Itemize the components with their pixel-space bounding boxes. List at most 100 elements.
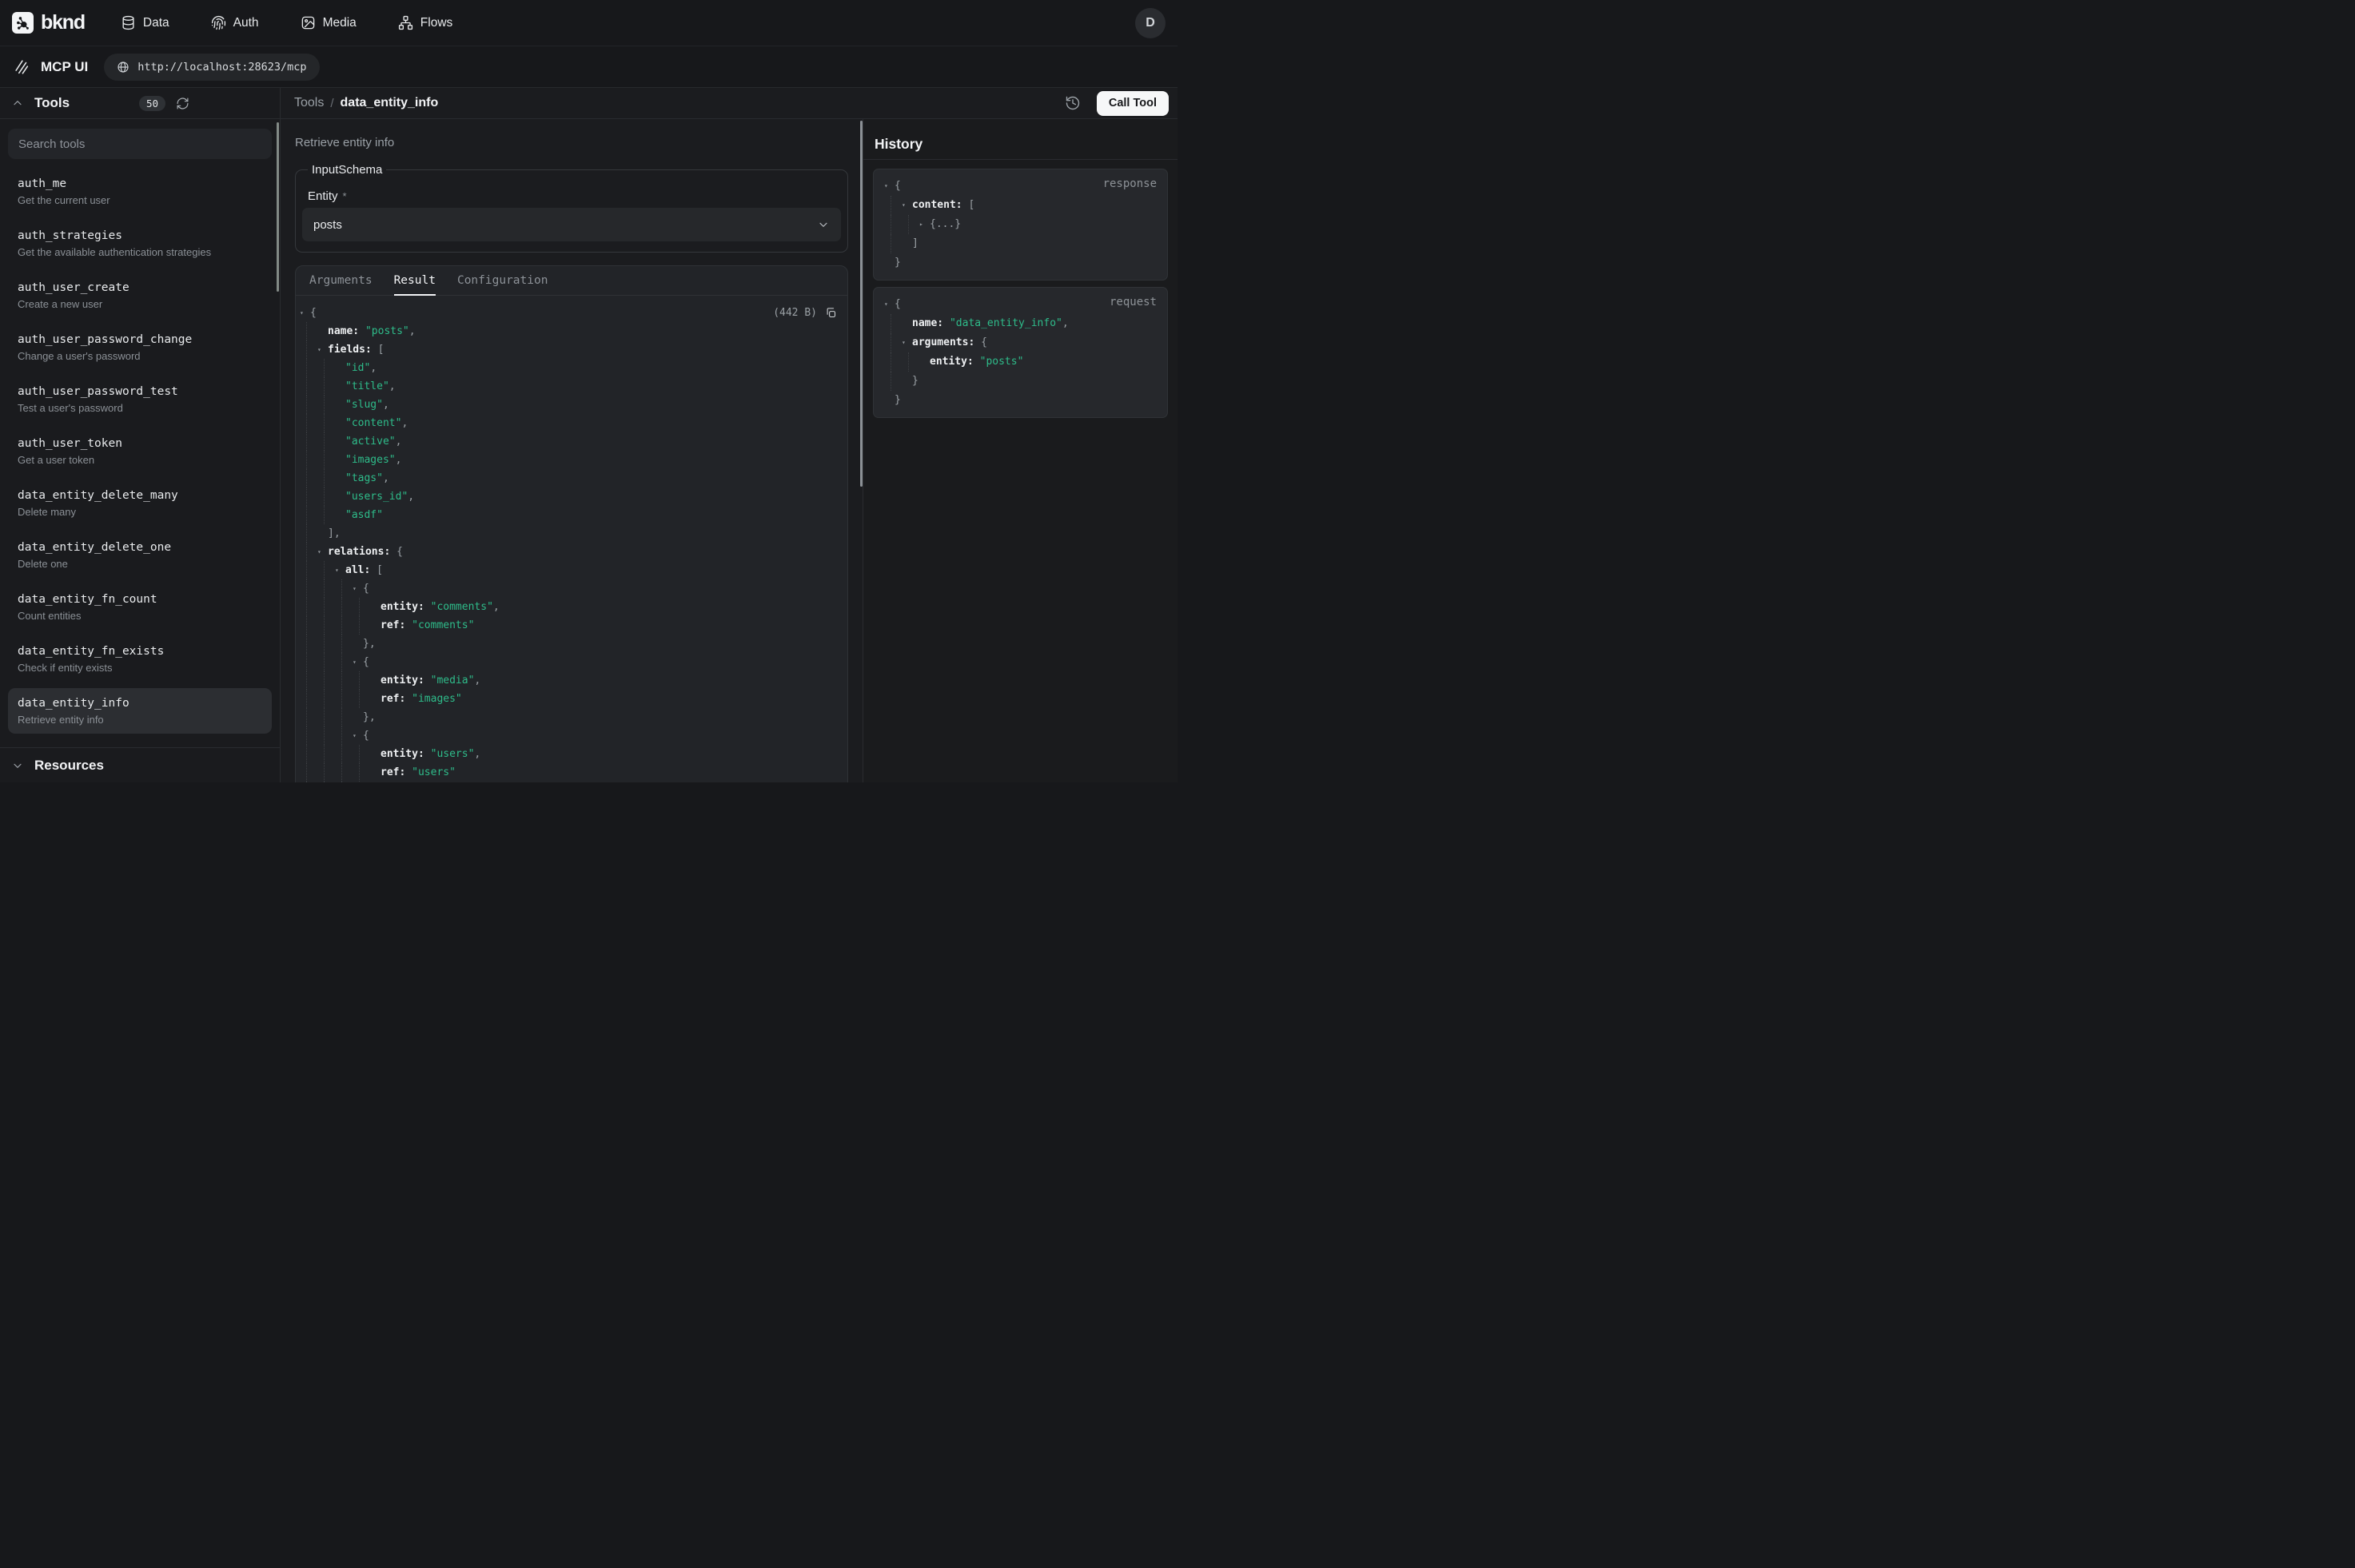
- collapse-caret-icon[interactable]: ▾: [317, 543, 328, 561]
- nav-item-auth[interactable]: Auth: [211, 15, 259, 30]
- result-json-viewer: (442 B) ▾{name: "posts",▾fields: ["id","…: [296, 296, 847, 782]
- nav-item-flows[interactable]: Flows: [398, 15, 452, 30]
- indent-guide: [335, 671, 353, 690]
- collapse-caret-icon[interactable]: ▾: [884, 177, 895, 196]
- indent-guide: [317, 708, 335, 726]
- indent-guide: [335, 653, 353, 671]
- collapse-caret-icon[interactable]: ▾: [335, 561, 345, 579]
- indent-guide: [335, 726, 353, 745]
- json-line: "users_id",: [296, 488, 847, 506]
- tool-list-item[interactable]: auth_user_password_changeChange a user's…: [8, 324, 272, 370]
- json-line: "slug",: [296, 396, 847, 414]
- collapse-caret-icon[interactable]: ▾: [317, 340, 328, 359]
- refresh-icon[interactable]: [176, 97, 189, 110]
- json-line: ▾{: [296, 304, 847, 322]
- tool-list-item[interactable]: data_entity_fn_existsCheck if entity exi…: [8, 636, 272, 682]
- nav-item-data[interactable]: Data: [121, 15, 169, 30]
- tab-arguments[interactable]: Arguments: [309, 266, 373, 295]
- json-line: name: "posts",: [296, 322, 847, 340]
- main-scrollbar-thumb[interactable]: [860, 121, 863, 487]
- indent-guide: [300, 322, 317, 340]
- json-line: "images",: [296, 451, 847, 469]
- tool-list-item[interactable]: auth_strategiesGet the available authent…: [8, 221, 272, 266]
- indent-guide: [300, 598, 317, 616]
- indent-guide: [300, 469, 317, 488]
- avatar[interactable]: D: [1135, 8, 1166, 38]
- json-line: ▾{: [296, 726, 847, 745]
- database-icon: [121, 15, 136, 30]
- tool-list-item[interactable]: data_entity_delete_oneDelete one: [8, 532, 272, 578]
- collapse-caret-icon[interactable]: ▾: [353, 726, 363, 745]
- tab-configuration[interactable]: Configuration: [457, 266, 548, 295]
- json-line: "content",: [296, 414, 847, 432]
- history-panel: History response ▾{▾content: [▸{...}]} r…: [863, 119, 1178, 782]
- json-line: ref: "comments": [296, 616, 847, 635]
- expand-caret-icon[interactable]: ▸: [919, 215, 930, 234]
- indent-guide: [335, 763, 353, 782]
- resources-section-header[interactable]: Resources: [0, 747, 280, 782]
- collapse-caret-icon[interactable]: ▾: [353, 653, 363, 671]
- entity-select[interactable]: posts: [302, 208, 841, 241]
- tool-list-item[interactable]: data_entity_delete_manyDelete many: [8, 480, 272, 526]
- indent-guide: [300, 396, 317, 414]
- collapse-caret-icon[interactable]: ▾: [902, 333, 912, 352]
- tool-name: auth_user_create: [18, 280, 262, 296]
- indent-guide: [317, 432, 335, 451]
- brand-name: bknd: [41, 11, 85, 34]
- entity-field-label: Entity*: [308, 189, 841, 203]
- indent-guide: [317, 396, 335, 414]
- indent-guide: [300, 524, 317, 543]
- tab-bar: Arguments Result Configuration: [296, 266, 847, 296]
- tool-desc: Create a new user: [18, 298, 262, 311]
- copy-button[interactable]: [825, 307, 837, 319]
- indent-guide: [300, 451, 317, 469]
- history-entry-response[interactable]: response ▾{▾content: [▸{...}]}: [873, 169, 1168, 281]
- indent-guide: [317, 377, 335, 396]
- history-icon[interactable]: [1065, 95, 1081, 111]
- tool-list-item[interactable]: auth_user_password_testTest a user's pas…: [8, 376, 272, 422]
- collapse-caret-icon[interactable]: ▾: [902, 196, 912, 215]
- json-line: ],: [296, 524, 847, 543]
- bknd-logo[interactable]: bknd: [12, 11, 85, 34]
- indent-guide: [317, 635, 335, 653]
- tool-list-item[interactable]: auth_user_create Create a new user: [8, 273, 272, 318]
- collapse-caret-icon[interactable]: ▾: [884, 295, 895, 314]
- json-line: },: [296, 635, 847, 653]
- call-tool-button[interactable]: Call Tool: [1097, 91, 1169, 116]
- json-line: }: [880, 391, 1161, 410]
- tool-list-item[interactable]: auth_user_tokenGet a user token: [8, 428, 272, 474]
- json-line: ▾all: [: [296, 561, 847, 579]
- tool-list-item[interactable]: auth_meGet the current user: [8, 169, 272, 214]
- json-line: "id",: [296, 359, 847, 377]
- json-line: ▾arguments: {: [880, 333, 1161, 352]
- indent-guide: [335, 745, 353, 763]
- network-icon: [398, 15, 413, 30]
- chevron-up-icon[interactable]: [11, 97, 24, 109]
- history-entry-label: request: [1110, 296, 1157, 308]
- collapse-caret-icon[interactable]: ▾: [300, 304, 310, 322]
- tool-list-item[interactable]: data_entity_infoRetrieve entity info: [8, 688, 272, 734]
- search-input[interactable]: [8, 129, 272, 159]
- tool-desc: Test a user's password: [18, 402, 262, 415]
- json-line: "tags",: [296, 469, 847, 488]
- tool-detail-header: Tools / data_entity_info Call Tool: [281, 88, 1178, 119]
- indent-guide: [317, 653, 335, 671]
- collapse-caret-icon[interactable]: ▾: [353, 579, 363, 598]
- server-url-pill[interactable]: http://localhost:28623/mcp: [104, 54, 319, 81]
- tool-list-item[interactable]: data_entity_fn_countCount entities: [8, 584, 272, 630]
- result-size: (442 B): [773, 307, 817, 319]
- json-line: "active",: [296, 432, 847, 451]
- indent-guide: [300, 763, 317, 782]
- json-line: ref: "images": [296, 690, 847, 708]
- indent-guide: [335, 690, 353, 708]
- sidebar-scrollbar-thumb[interactable]: [277, 122, 279, 292]
- nav-item-media[interactable]: Media: [301, 15, 357, 30]
- history-entry-request[interactable]: request ▾{name: "data_entity_info",▾argu…: [873, 287, 1168, 418]
- tool-name: data_entity_delete_one: [18, 539, 262, 555]
- nav-label: Flows: [420, 16, 452, 30]
- tab-result[interactable]: Result: [394, 266, 436, 295]
- breadcrumb-root[interactable]: Tools: [294, 96, 324, 110]
- indent-guide: [317, 690, 335, 708]
- indent-guide: [317, 359, 335, 377]
- json-line: ▾relations: {: [296, 543, 847, 561]
